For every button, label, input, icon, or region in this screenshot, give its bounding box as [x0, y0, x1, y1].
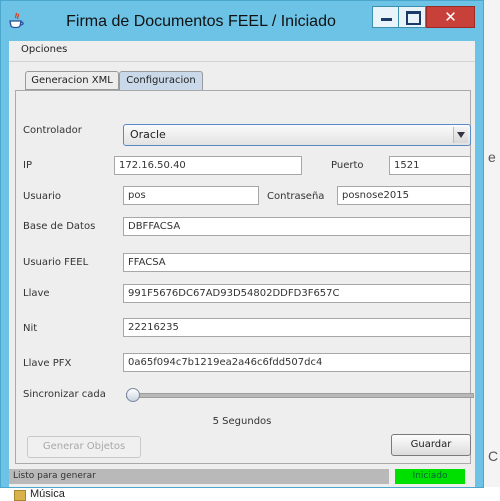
- background-text: C: [488, 448, 499, 464]
- tab-configuracion[interactable]: Configuracion: [119, 71, 203, 90]
- puerto-field[interactable]: 1521: [389, 156, 471, 175]
- contrasena-label: Contraseña: [267, 191, 325, 202]
- nit-field[interactable]: 22216235: [123, 318, 471, 337]
- title-bar[interactable]: Firma de Documentos FEEL / Iniciado ✕: [1, 1, 483, 41]
- guardar-button[interactable]: Guardar: [391, 434, 471, 456]
- contrasena-field[interactable]: posnose2015: [337, 186, 471, 205]
- usuario-feel-field[interactable]: FFACSA: [123, 253, 471, 272]
- status-badge: Iniciado: [395, 469, 465, 484]
- configuracion-panel: [15, 90, 471, 464]
- ip-label: IP: [23, 160, 32, 171]
- status-message: Listo para generar: [9, 469, 389, 484]
- controlador-value: Oracle: [130, 128, 166, 141]
- nit-label: Nit: [23, 323, 38, 334]
- usuario-label: Usuario: [23, 191, 62, 202]
- llave-pfx-field[interactable]: 0a65f094c7b1219ea2a46c6fdd507dc4: [123, 353, 471, 372]
- interval-text: 5 Segundos: [212, 416, 272, 427]
- sincronizar-label: Sincronizar cada: [23, 389, 106, 400]
- usuario-field[interactable]: pos: [123, 186, 259, 205]
- background-text: e: [488, 149, 496, 165]
- window-content: Opciones Generacion XML Configuracion Co…: [9, 41, 475, 487]
- app-window: Firma de Documentos FEEL / Iniciado ✕ Op…: [0, 0, 484, 488]
- usuario-feel-label: Usuario FEEL: [23, 257, 89, 268]
- sincronizar-slider-thumb[interactable]: [126, 388, 140, 402]
- dropdown-arrow-icon[interactable]: [453, 127, 468, 143]
- menu-bar: Opciones: [9, 41, 475, 62]
- taskbar-item-label[interactable]: Música: [30, 488, 65, 500]
- minimize-icon: [381, 18, 392, 21]
- close-icon: ✕: [444, 8, 457, 26]
- llave-label: Llave: [23, 288, 50, 299]
- puerto-label: Puerto: [331, 160, 364, 171]
- sincronizar-slider-track[interactable]: [126, 393, 474, 398]
- generar-objetos-button[interactable]: Generar Objetos: [27, 436, 141, 458]
- status-bar: Listo para generar Iniciado: [9, 468, 475, 485]
- window-title: Firma de Documentos FEEL / Iniciado: [66, 13, 336, 30]
- controlador-label: Controlador: [23, 125, 82, 136]
- folder-icon: [14, 490, 26, 501]
- base-de-datos-field[interactable]: DBFFACSA: [123, 217, 471, 236]
- base-de-datos-label: Base de Datos: [23, 221, 96, 232]
- llave-field[interactable]: 991F5676DC67AD93D54802DDFD3F657C: [123, 284, 471, 303]
- minimize-button[interactable]: [372, 6, 399, 28]
- background-window-edge: [482, 0, 500, 487]
- maximize-icon: [406, 11, 421, 25]
- ip-field[interactable]: 172.16.50.40: [114, 156, 302, 175]
- taskbar: Música: [0, 487, 500, 501]
- tab-generacion-xml[interactable]: Generacion XML: [25, 71, 119, 90]
- menu-opciones[interactable]: Opciones: [21, 44, 67, 55]
- controlador-select[interactable]: Oracle: [123, 124, 471, 146]
- maximize-button[interactable]: [399, 6, 426, 28]
- llave-pfx-label: Llave PFX: [23, 358, 72, 369]
- close-button[interactable]: ✕: [426, 6, 475, 28]
